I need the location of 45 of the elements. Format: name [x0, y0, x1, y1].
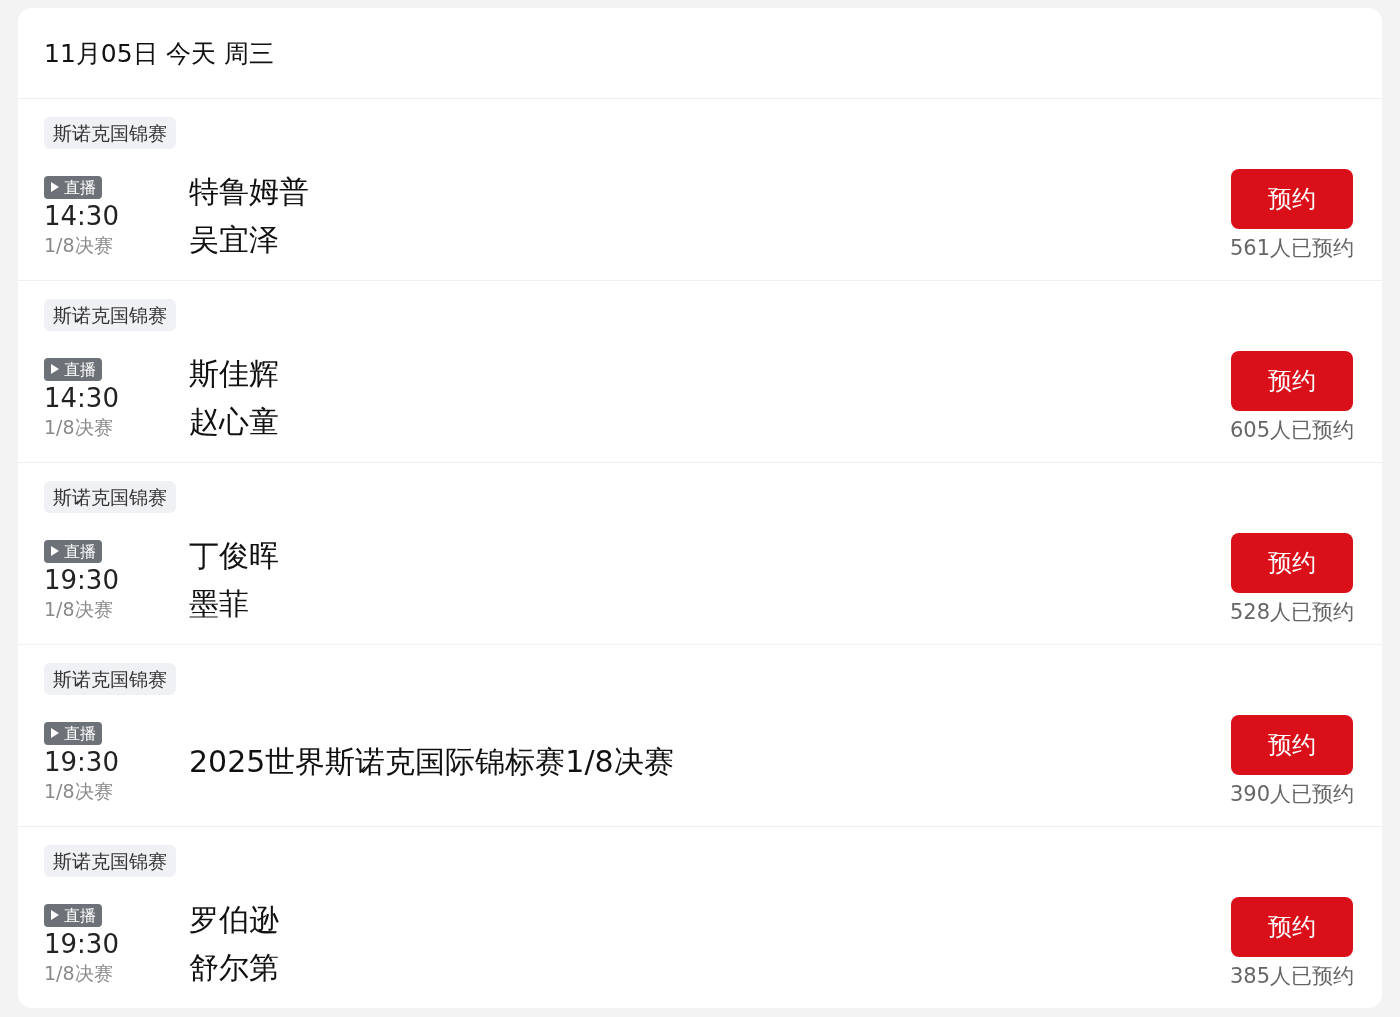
player-name: 赵心童: [189, 403, 279, 441]
live-badge: 直播: [44, 175, 102, 199]
play-icon: [50, 727, 60, 739]
player-name: 吴宜泽: [189, 221, 280, 259]
match-time: 19:30: [44, 564, 119, 595]
live-badge: 直播: [44, 539, 102, 563]
reserve-button[interactable]: 预约: [1230, 169, 1353, 229]
match-round: 1/8决赛: [44, 596, 113, 621]
player-name: 斯佳辉: [189, 355, 279, 393]
player-name: 墨菲: [189, 585, 250, 623]
match-round: 1/8决赛: [44, 778, 113, 803]
reservation-count: 390人已预约: [1229, 781, 1354, 807]
player-name: 丁俊晖: [189, 537, 279, 575]
play-icon: [50, 545, 60, 557]
reservation-count: 385人已预约: [1229, 963, 1354, 989]
play-icon: [50, 181, 60, 193]
category-tag: 斯诺克国锦赛: [44, 845, 176, 877]
player-name: 特鲁姆普: [189, 173, 309, 211]
reserve-button[interactable]: 预约: [1230, 715, 1353, 775]
match-time: 19:30: [44, 928, 119, 959]
match-time: 14:30: [44, 382, 119, 413]
date-heading: 11月05日 今天 周三: [44, 37, 274, 70]
match-time: 14:30: [44, 200, 119, 231]
reserve-button[interactable]: 预约: [1230, 351, 1353, 411]
match-round: 1/8决赛: [44, 232, 113, 257]
match-title: 2025世界斯诺克国际锦标赛1/8决赛: [189, 743, 674, 781]
category-tag: 斯诺克国锦赛: [44, 299, 176, 331]
live-badge: 直播: [44, 721, 102, 745]
category-tag: 斯诺克国锦赛: [44, 117, 176, 149]
play-icon: [50, 909, 60, 921]
reservation-count: 605人已预约: [1229, 417, 1354, 443]
category-tag: 斯诺克国锦赛: [44, 663, 176, 695]
live-badge: 直播: [44, 903, 102, 927]
match-round: 1/8决赛: [44, 960, 113, 985]
reserve-button[interactable]: 预约: [1230, 897, 1353, 957]
player-name: 罗伯逊: [189, 901, 279, 939]
play-icon: [50, 363, 60, 375]
live-badge: 直播: [44, 357, 102, 381]
match-time: 19:30: [44, 746, 119, 777]
reservation-count: 561人已预约: [1229, 235, 1354, 261]
category-tag: 斯诺克国锦赛: [44, 481, 176, 513]
player-name: 舒尔第: [189, 949, 279, 987]
reservation-count: 528人已预约: [1229, 599, 1354, 625]
reserve-button[interactable]: 预约: [1230, 533, 1353, 593]
match-round: 1/8决赛: [44, 414, 113, 439]
